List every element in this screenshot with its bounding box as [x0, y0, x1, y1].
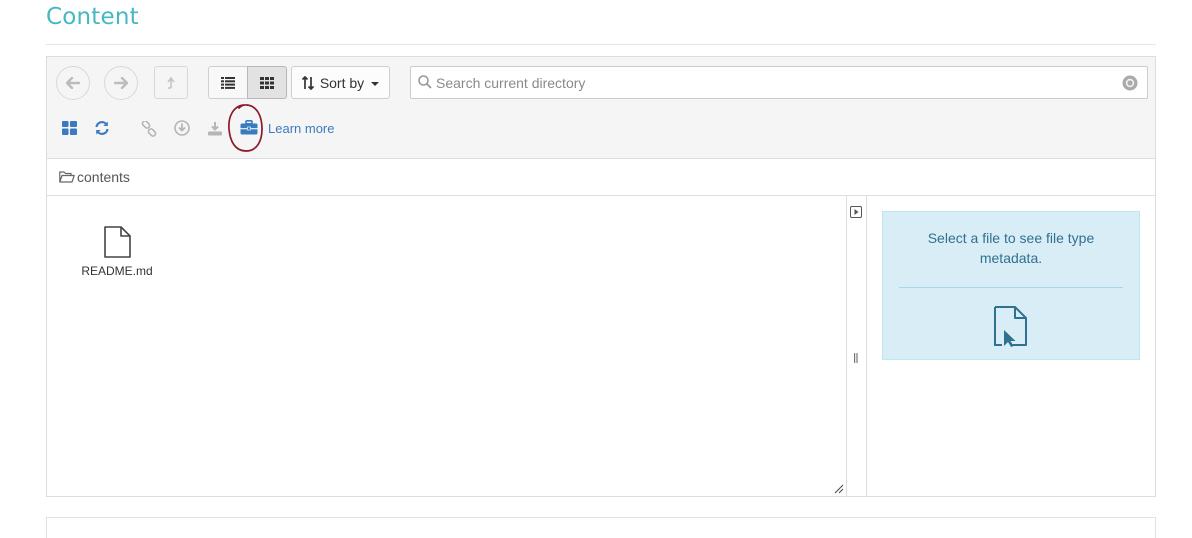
next-section-panel — [46, 517, 1156, 538]
search-input[interactable] — [436, 67, 1116, 98]
drag-handle-icon — [854, 353, 858, 363]
metadata-info-box: Select a file to see file type metadata. — [882, 211, 1140, 360]
level-up-icon — [167, 76, 175, 89]
annotation-circle — [228, 104, 263, 152]
list-icon — [221, 76, 235, 89]
clear-search-icon[interactable] — [1122, 75, 1138, 91]
file-icon — [104, 226, 131, 258]
file-browser: Sort by Search current directory Learn m… — [46, 56, 1156, 497]
metadata-divider — [899, 287, 1123, 288]
collapse-toggle-icon[interactable] — [850, 206, 862, 218]
up-directory-button[interactable] — [154, 66, 188, 99]
metadata-message: Select a file to see file type metadata. — [927, 230, 1095, 266]
sort-by-dropdown[interactable]: Sort by — [291, 66, 390, 99]
arrow-left-icon — [66, 77, 80, 89]
chevron-down-icon — [371, 81, 380, 86]
download-button[interactable] — [207, 121, 223, 136]
file-pointer-icon — [994, 306, 1027, 347]
refresh-icon — [95, 121, 109, 135]
download-circle-button[interactable] — [174, 120, 190, 136]
breadcrumb: contents — [47, 159, 1155, 196]
dashboard-button[interactable] — [62, 121, 77, 135]
file-name: README.md — [81, 264, 153, 278]
download-circle-icon — [174, 120, 190, 136]
learn-more-link[interactable]: Learn more — [268, 121, 334, 136]
list-view-button[interactable] — [208, 66, 248, 99]
title-divider — [46, 44, 1156, 45]
file-item[interactable]: README.md — [75, 226, 159, 278]
breadcrumb-item-contents[interactable]: contents — [77, 169, 130, 185]
panel-splitter[interactable] — [847, 196, 867, 496]
dashboard-icon — [62, 121, 77, 135]
arrow-right-icon — [114, 77, 128, 89]
grid-icon — [260, 76, 274, 89]
search-icon — [418, 75, 432, 89]
grid-view-button[interactable] — [247, 66, 287, 99]
sort-icon — [301, 75, 314, 90]
download-icon — [208, 122, 222, 136]
page-title: Content — [46, 4, 139, 30]
back-button[interactable] — [56, 66, 90, 100]
metadata-panel: Select a file to see file type metadata. — [867, 196, 1155, 496]
resize-handle-icon[interactable] — [833, 483, 844, 494]
link-icon — [141, 121, 157, 137]
refresh-button[interactable] — [94, 120, 110, 136]
search-box — [410, 66, 1148, 99]
toolbar: Sort by Search current directory Learn m… — [47, 57, 1155, 159]
sort-label: Sort by — [319, 74, 365, 91]
forward-button[interactable] — [104, 66, 138, 100]
copy-link-button[interactable] — [141, 121, 157, 137]
folder-open-icon — [59, 171, 75, 183]
file-list: README.md — [47, 196, 847, 496]
